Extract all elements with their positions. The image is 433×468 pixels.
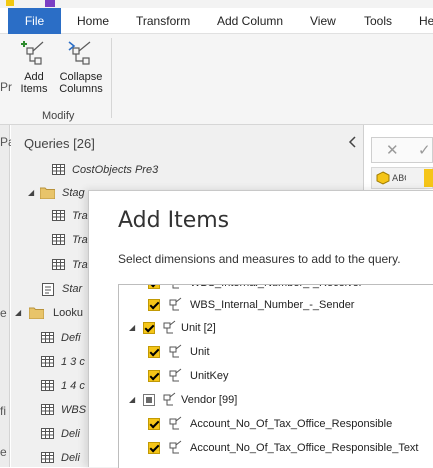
ribbon-panel: Add Items Collapse Columns Modify	[0, 34, 433, 125]
group-checkbox[interactable]	[143, 394, 155, 406]
table-icon	[52, 234, 65, 245]
query-label: Defi	[61, 332, 81, 344]
cube-icon	[376, 171, 390, 185]
query-label: WBS	[61, 404, 87, 416]
tree-item-label: Vendor [99]	[181, 394, 238, 406]
table-icon	[41, 404, 54, 415]
title-bar	[0, 0, 433, 8]
item-checkbox[interactable]	[148, 299, 160, 311]
tree-item-label: WBS_Internal_Number_-_Sender	[190, 299, 355, 311]
query-icon	[42, 283, 54, 296]
table-icon	[41, 356, 54, 367]
tree-item-label: Account_No_Of_Tax_Office_Responsible	[190, 418, 393, 430]
queries-header: Queries [26]	[24, 136, 95, 151]
add-items-dialog: Add Items Select dimensions and measures…	[88, 190, 433, 468]
collapse-columns-label: Collapse Columns	[59, 71, 103, 95]
tab-home[interactable]: Home	[77, 8, 109, 34]
folder-icon	[29, 307, 44, 319]
folder-icon	[40, 187, 55, 199]
collapse-columns-icon	[68, 41, 91, 65]
tree-item-label: Unit [2]	[181, 322, 216, 334]
text-type-icon: ABC	[392, 174, 406, 184]
column-header-letter	[424, 169, 433, 187]
collapse-triangle-icon[interactable]: ◢	[15, 302, 21, 324]
attribute-icon	[169, 368, 182, 382]
chevron-left-icon	[348, 136, 356, 148]
tab-view[interactable]: View	[310, 8, 336, 34]
dimension-icon	[163, 320, 176, 334]
tree-item-label: Unit	[190, 346, 210, 358]
tree-item-label: Account_No_Of_Tax_Office_Responsible_Tex…	[190, 442, 419, 454]
collapse-triangle-icon[interactable]: ◢	[129, 389, 135, 411]
query-label: Deli	[61, 428, 80, 440]
item-checkbox[interactable]	[148, 346, 160, 358]
item-checkbox[interactable]	[148, 442, 160, 454]
query-label: Tra	[72, 210, 88, 222]
left-strip-text: Pr	[0, 80, 12, 94]
table-icon	[52, 210, 65, 221]
table-icon	[41, 428, 54, 439]
add-items-icon	[21, 41, 44, 65]
dimension-tree: WBS_Internal_Number_-_Receiver WBS_Inter…	[118, 284, 433, 468]
table-icon	[41, 380, 54, 391]
query-label: Tra	[72, 234, 88, 246]
query-label: Deli	[61, 452, 80, 464]
collapse-columns-button[interactable]: Collapse Columns	[57, 38, 105, 95]
table-icon	[41, 452, 54, 463]
add-items-button[interactable]: Add Items	[14, 38, 54, 95]
query-label: CostObjects Pre3	[72, 164, 159, 176]
app-icon	[6, 0, 14, 6]
left-strip-text: fi	[0, 404, 6, 418]
table-icon	[52, 259, 65, 270]
collapse-pane-button[interactable]	[348, 136, 358, 151]
dialog-subtitle: Select dimensions and measures to add to…	[118, 252, 401, 266]
item-checkbox[interactable]	[148, 418, 160, 430]
attribute-icon	[169, 416, 182, 430]
column-header[interactable]: ABC	[371, 167, 433, 189]
query-label: Looku	[53, 307, 83, 319]
query-label: Stag	[62, 187, 85, 199]
item-checkbox[interactable]	[148, 285, 160, 289]
query-label: 1 4 c	[61, 380, 85, 392]
attribute-icon	[169, 344, 182, 358]
item-checkbox[interactable]	[148, 370, 160, 382]
undo-icon[interactable]	[45, 0, 57, 7]
table-icon	[52, 164, 65, 175]
attribute-icon	[169, 297, 182, 311]
tab-tools[interactable]: Tools	[364, 8, 392, 34]
ribbon-tabs: File Home Transform Add Column View Tool…	[0, 8, 433, 34]
group-separator	[111, 38, 112, 118]
left-strip-text: e	[0, 445, 7, 459]
formula-bar: ✕ ✓	[371, 137, 433, 163]
attribute-icon	[169, 440, 182, 454]
dialog-title: Add Items	[118, 208, 230, 233]
tree-item-label: WBS_Internal_Number_-_Receiver	[190, 285, 362, 294]
dimension-icon	[163, 392, 176, 406]
tab-add-column[interactable]: Add Column	[217, 8, 283, 34]
group-checkbox[interactable]	[143, 322, 155, 334]
table-icon	[41, 332, 54, 343]
svg-text:ABC: ABC	[392, 174, 406, 184]
query-label: 1 3 c	[61, 356, 85, 368]
tab-file[interactable]: File	[8, 8, 61, 34]
tree-item-label: UnitKey	[190, 370, 229, 382]
ribbon-group-label: Modify	[42, 110, 75, 122]
left-strip-text: e	[0, 306, 7, 320]
cancel-icon[interactable]: ✕	[386, 141, 399, 159]
query-label: Tra	[72, 259, 88, 271]
confirm-icon[interactable]: ✓	[418, 141, 431, 159]
collapse-triangle-icon[interactable]: ◢	[129, 317, 135, 339]
query-label: Star	[62, 283, 83, 295]
collapse-triangle-icon[interactable]: ◢	[28, 182, 34, 204]
attribute-icon	[172, 285, 179, 289]
tab-help[interactable]: He	[419, 8, 433, 34]
left-strip: Pr Pa e fi e	[0, 80, 15, 467]
add-items-label: Add Items	[20, 71, 48, 95]
tab-transform[interactable]: Transform	[136, 8, 190, 34]
